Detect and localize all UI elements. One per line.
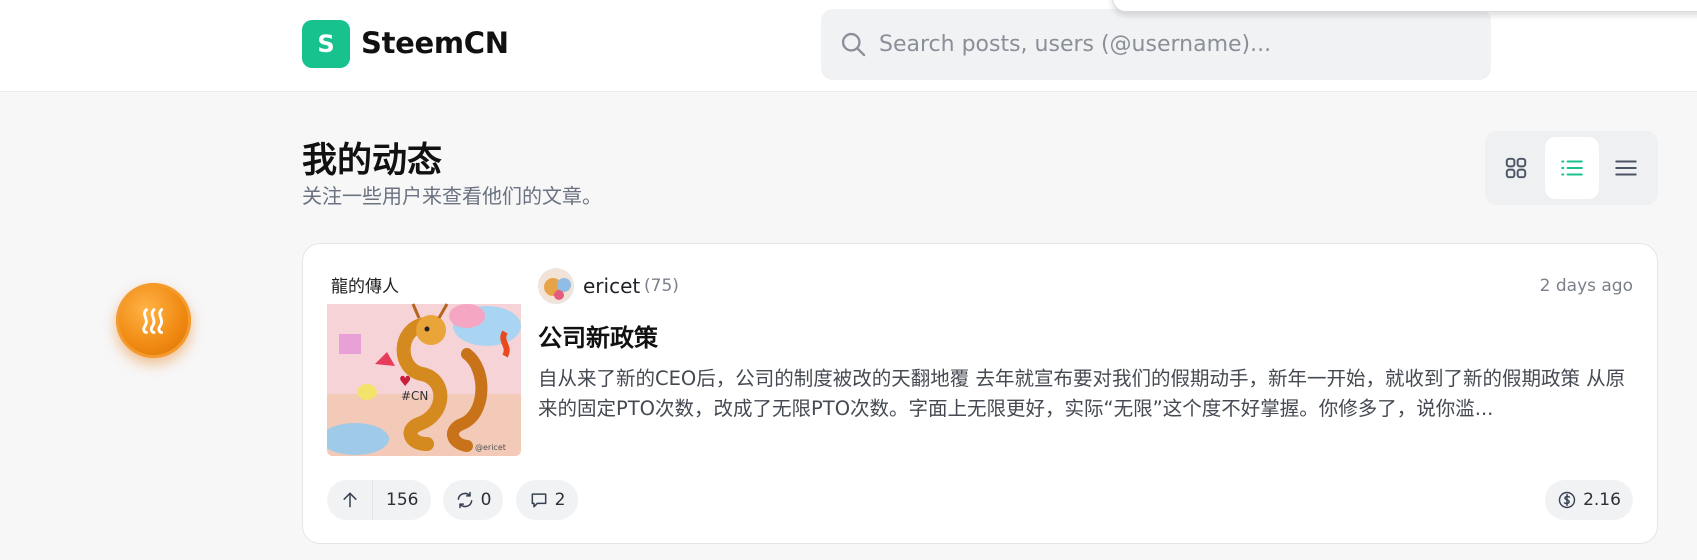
upvote-button[interactable]: [327, 480, 373, 520]
post-card[interactable]: 龍的傳人 ♥ #CN @ericet ericet (75) 2 days ag…: [302, 243, 1658, 544]
post-title[interactable]: 公司新政策: [538, 318, 658, 353]
grid-icon: [1505, 157, 1527, 179]
resteem-icon: [457, 491, 472, 509]
resteem-button[interactable]: 0: [443, 480, 503, 520]
post-timestamp: 2 days ago: [1539, 276, 1633, 296]
svg-text:@ericet: @ericet: [475, 443, 506, 452]
page-subtitle: 关注一些用户来查看他们的文章。: [302, 184, 602, 208]
logo-icon[interactable]: S: [302, 20, 350, 68]
author-reputation: (75): [644, 276, 679, 296]
resteem-count: 0: [480, 490, 492, 510]
dollar-icon: [1558, 491, 1576, 509]
comment-icon: [531, 493, 546, 508]
compact-list-icon: [1615, 160, 1637, 176]
vote-group: 156: [327, 480, 431, 520]
payout-amount: 2.16: [1583, 490, 1621, 510]
brand-name[interactable]: SteemCN: [361, 26, 509, 60]
post-excerpt[interactable]: 自从来了新的CEO后，公司的制度被改的天翻地覆 去年就宣布要对我们的假期动手，新…: [538, 364, 1636, 424]
dragon-drawing-image: 龍的傳人 ♥ #CN @ericet: [327, 274, 521, 456]
page-title: 我的动态: [302, 141, 443, 181]
steem-floating-button[interactable]: [116, 283, 191, 358]
search-icon: [841, 32, 866, 57]
list-icon: [1561, 160, 1583, 176]
vote-count[interactable]: 156: [373, 490, 418, 510]
view-mode-switch: [1485, 131, 1658, 205]
svg-text:#CN: #CN: [401, 389, 428, 403]
search-input[interactable]: [879, 9, 1479, 80]
svg-text:♥: ♥: [399, 374, 412, 390]
comments-button[interactable]: 2: [516, 480, 578, 520]
grid-view-button[interactable]: [1489, 137, 1543, 199]
author-name[interactable]: ericet: [583, 274, 640, 298]
dropdown-panel-edge: [1112, 0, 1697, 12]
author-avatar[interactable]: [538, 268, 574, 304]
comment-count: 2: [554, 490, 566, 510]
list-view-button[interactable]: [1545, 137, 1599, 199]
compact-view-button[interactable]: [1599, 137, 1653, 199]
payout-badge[interactable]: 2.16: [1545, 480, 1633, 520]
top-header: S SteemCN: [0, 0, 1697, 92]
steem-logo-icon: [141, 307, 163, 334]
post-thumbnail[interactable]: 龍的傳人 ♥ #CN @ericet: [327, 274, 521, 456]
search-bar[interactable]: [821, 9, 1491, 80]
thumbnail-caption: 龍的傳人: [331, 277, 399, 297]
arrow-up-icon: [342, 492, 357, 508]
